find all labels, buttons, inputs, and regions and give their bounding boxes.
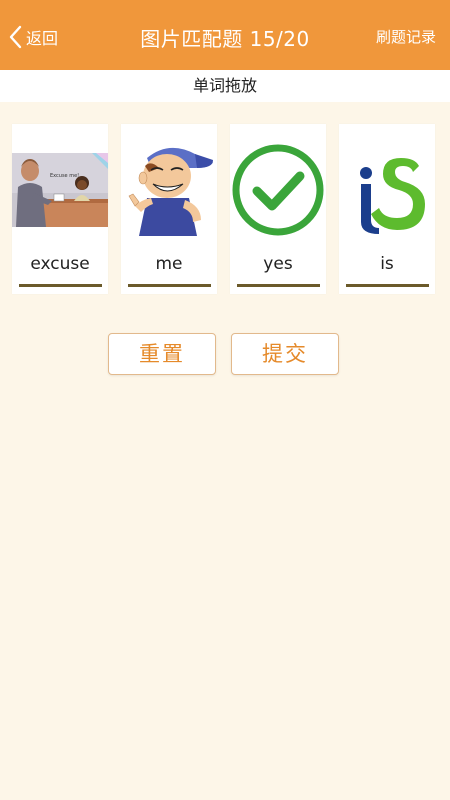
word-card[interactable]: is xyxy=(339,124,435,294)
word-card[interactable]: Excuse me! excuse xyxy=(12,124,108,294)
card-picture xyxy=(230,138,326,242)
submit-button[interactable]: 提交 xyxy=(231,333,339,375)
excuse-me-illustration: Excuse me! xyxy=(12,138,108,242)
word-card[interactable]: me xyxy=(121,124,217,294)
header-bar: 返回 图片匹配题 15/20 刷题记录 xyxy=(0,0,450,70)
card-word: is xyxy=(380,254,394,274)
speech-text: Excuse me! xyxy=(50,173,79,179)
chevron-left-icon xyxy=(9,25,22,49)
card-word: excuse xyxy=(30,254,90,274)
card-underline xyxy=(19,284,102,287)
card-word: yes xyxy=(263,254,293,274)
reset-button[interactable]: 重置 xyxy=(108,333,216,375)
section-title: 单词拖放 xyxy=(0,70,450,102)
card-underline xyxy=(237,284,320,287)
card-word: me xyxy=(155,254,183,274)
back-button[interactable]: 返回 xyxy=(8,24,58,50)
is-logo xyxy=(339,138,435,242)
word-card[interactable]: yes xyxy=(230,124,326,294)
card-underline xyxy=(346,284,429,287)
word-card-list: Excuse me! excuse me yes is xyxy=(0,124,450,296)
record-button[interactable]: 刷题记录 xyxy=(376,26,436,47)
green-checkmark-icon xyxy=(232,144,324,236)
back-label: 返回 xyxy=(26,29,59,48)
boy-pointing-self-illustration xyxy=(121,138,217,242)
card-underline xyxy=(128,284,211,287)
